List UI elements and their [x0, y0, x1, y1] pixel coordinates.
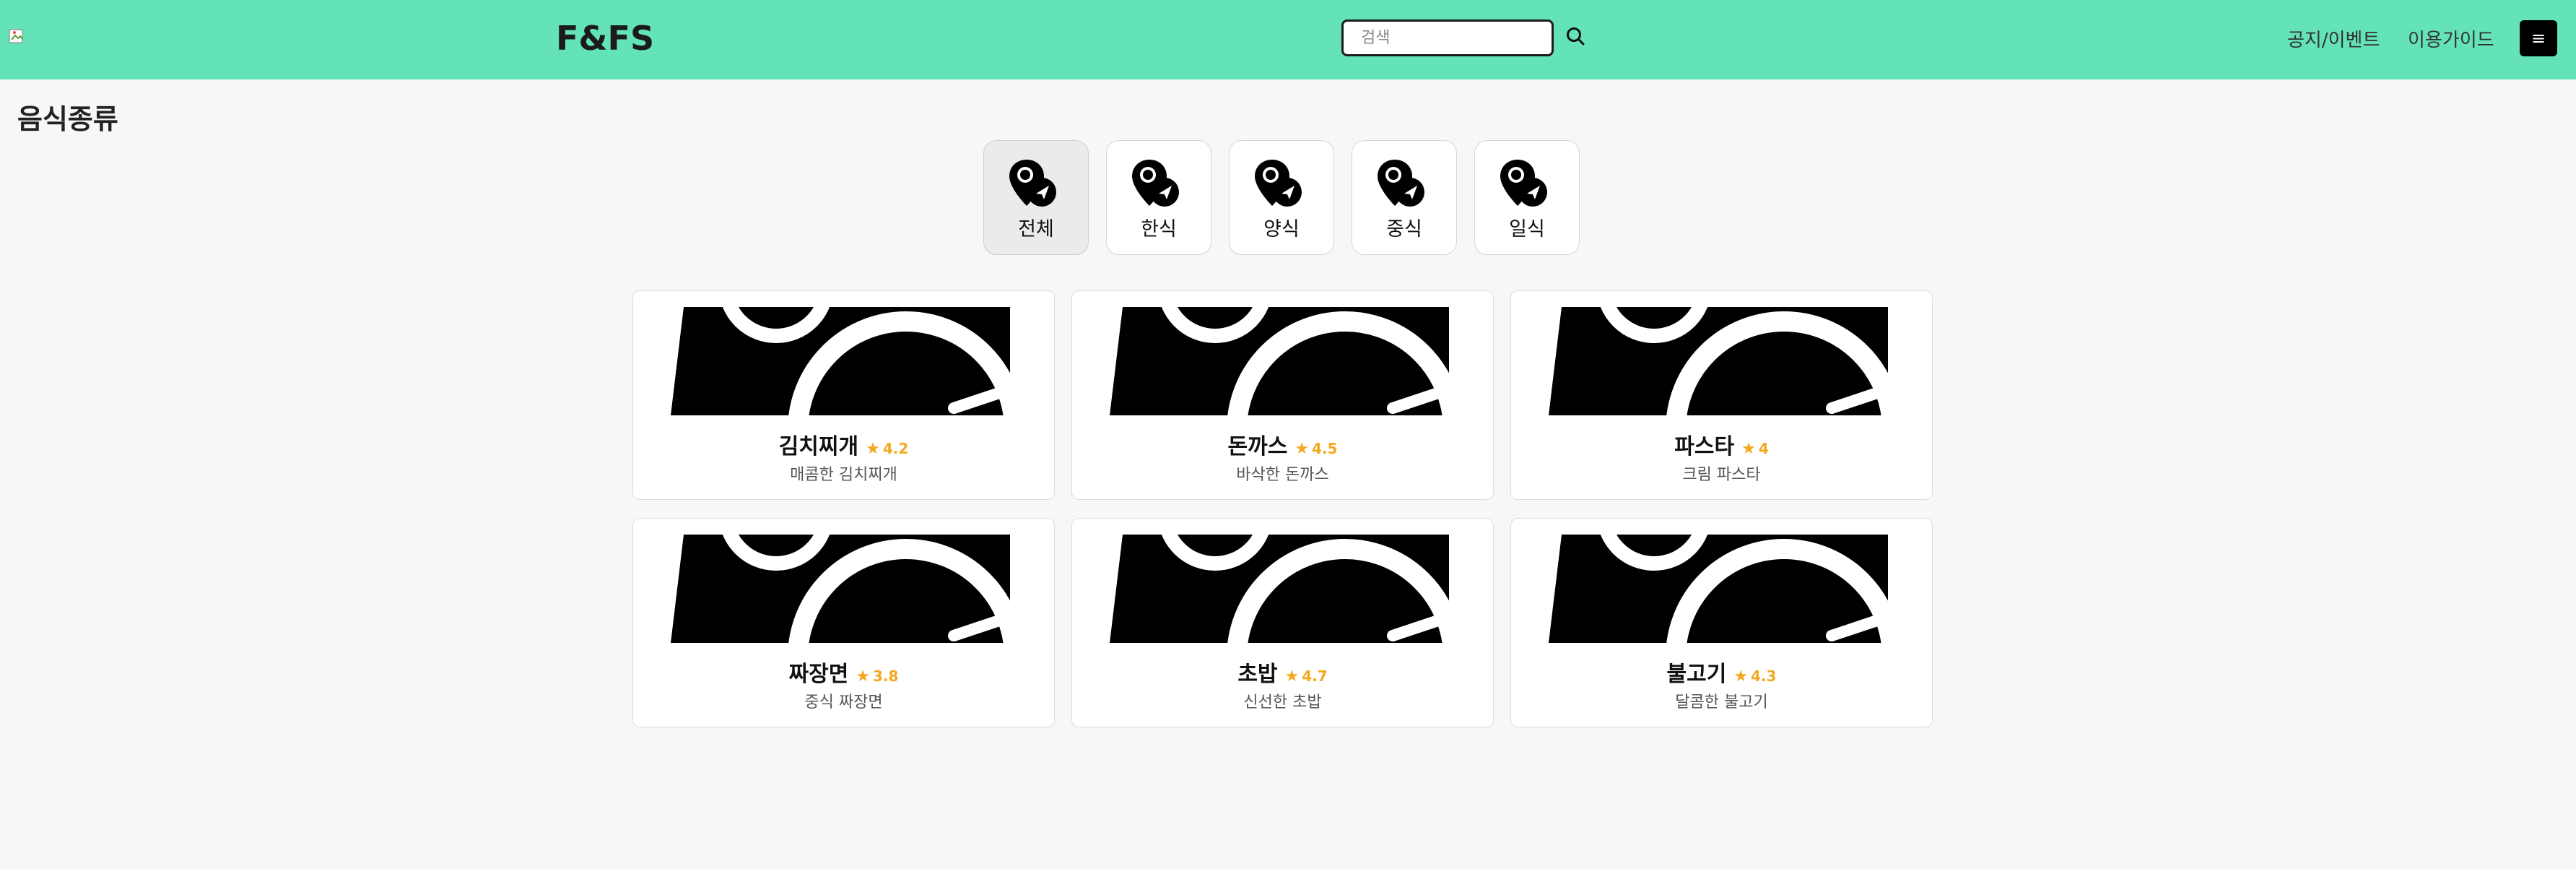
food-description: 중식 짜장면	[804, 693, 883, 712]
food-name: 파스타	[1674, 434, 1735, 459]
search-icon	[1567, 27, 1585, 46]
food-description: 바삭한 돈까스	[1236, 466, 1329, 484]
card-title-row: 초밥 ★ 4.7	[1072, 656, 1493, 688]
card-title-row: 불고기 ★ 4.3	[1511, 656, 1932, 688]
food-rating: 4	[1758, 440, 1769, 457]
search-button[interactable]	[1565, 25, 1587, 49]
food-card-kimchi-stew[interactable]: 김치찌개 ★ 4.2 매콤한 김치찌개	[632, 290, 1055, 500]
food-image-placeholder-icon	[1110, 307, 1449, 415]
star-icon: ★	[856, 667, 871, 686]
card-title-row: 돈까스 ★ 4.5	[1072, 428, 1493, 460]
nav-usage-guide[interactable]: 이용가이드	[2408, 25, 2494, 52]
food-name: 초밥	[1237, 662, 1278, 687]
food-image-placeholder-icon	[1549, 307, 1888, 415]
location-pin-icon	[1378, 160, 1424, 207]
nav-notice-events[interactable]: 공지/이벤트	[2287, 25, 2380, 52]
card-title-row: 파스타 ★ 4	[1511, 428, 1932, 460]
food-description: 매콤한 김치찌개	[790, 466, 897, 484]
food-card-sushi[interactable]: 초밥 ★ 4.7 신선한 초밥	[1071, 518, 1494, 727]
food-description: 신선한 초밥	[1243, 693, 1322, 712]
category-label: 중식	[1386, 218, 1422, 241]
food-rating: 4.3	[1751, 667, 1777, 685]
card-title-row: 김치찌개 ★ 4.2	[633, 428, 1054, 460]
search-input[interactable]	[1341, 20, 1554, 56]
food-image-placeholder-icon	[671, 535, 1010, 643]
card-title-row: 짜장면 ★ 3.8	[633, 656, 1054, 688]
location-pin-icon	[1132, 160, 1179, 207]
location-pin-icon	[1255, 160, 1302, 207]
food-card-bulgogi[interactable]: 불고기 ★ 4.3 달콤한 불고기	[1510, 518, 1933, 727]
category-chinese[interactable]: 중식	[1352, 140, 1457, 255]
category-label: 전체	[1018, 218, 1054, 241]
food-name: 불고기	[1666, 662, 1727, 687]
category-western[interactable]: 양식	[1229, 140, 1334, 255]
star-icon: ★	[1733, 667, 1749, 686]
broken-image-icon[interactable]	[9, 27, 27, 46]
hamburger-menu-button[interactable]: ≡	[2520, 20, 2557, 56]
food-name: 김치찌개	[778, 434, 859, 459]
food-card-pork-cutlet[interactable]: 돈까스 ★ 4.5 바삭한 돈까스	[1071, 290, 1494, 500]
food-image-placeholder-icon	[1110, 535, 1449, 643]
star-icon: ★	[866, 440, 880, 458]
star-icon: ★	[1284, 667, 1300, 686]
section-title: 음식종류	[17, 103, 118, 135]
food-name: 짜장면	[788, 662, 849, 687]
category-label: 양식	[1263, 218, 1300, 241]
category-all[interactable]: 전체	[983, 140, 1089, 255]
top-header: F&FS 공지/이벤트 이용가이드 ≡	[0, 0, 2576, 79]
food-rating: 4.5	[1312, 440, 1338, 457]
food-card-pasta[interactable]: 파스타 ★ 4 크림 파스타	[1510, 290, 1933, 500]
food-image-placeholder-icon	[1549, 535, 1888, 643]
star-icon: ★	[1741, 440, 1756, 458]
food-name: 돈까스	[1227, 434, 1288, 459]
location-pin-icon	[1009, 160, 1056, 207]
food-rating: 3.8	[873, 667, 899, 685]
location-pin-icon	[1500, 160, 1547, 207]
food-rating: 4.2	[882, 440, 909, 457]
category-label: 일식	[1509, 218, 1545, 241]
food-description: 크림 파스타	[1682, 466, 1761, 484]
brand-logo-text[interactable]: F&FS	[556, 19, 654, 58]
star-icon: ★	[1294, 440, 1310, 458]
food-description: 달콤한 불고기	[1675, 693, 1768, 712]
category-korean[interactable]: 한식	[1106, 140, 1211, 255]
food-card-jajangmyeon[interactable]: 짜장면 ★ 3.8 중식 짜장면	[632, 518, 1055, 727]
category-japanese[interactable]: 일식	[1474, 140, 1580, 255]
food-image-placeholder-icon	[671, 307, 1010, 415]
category-label: 한식	[1141, 218, 1177, 241]
food-rating: 4.7	[1302, 667, 1328, 685]
